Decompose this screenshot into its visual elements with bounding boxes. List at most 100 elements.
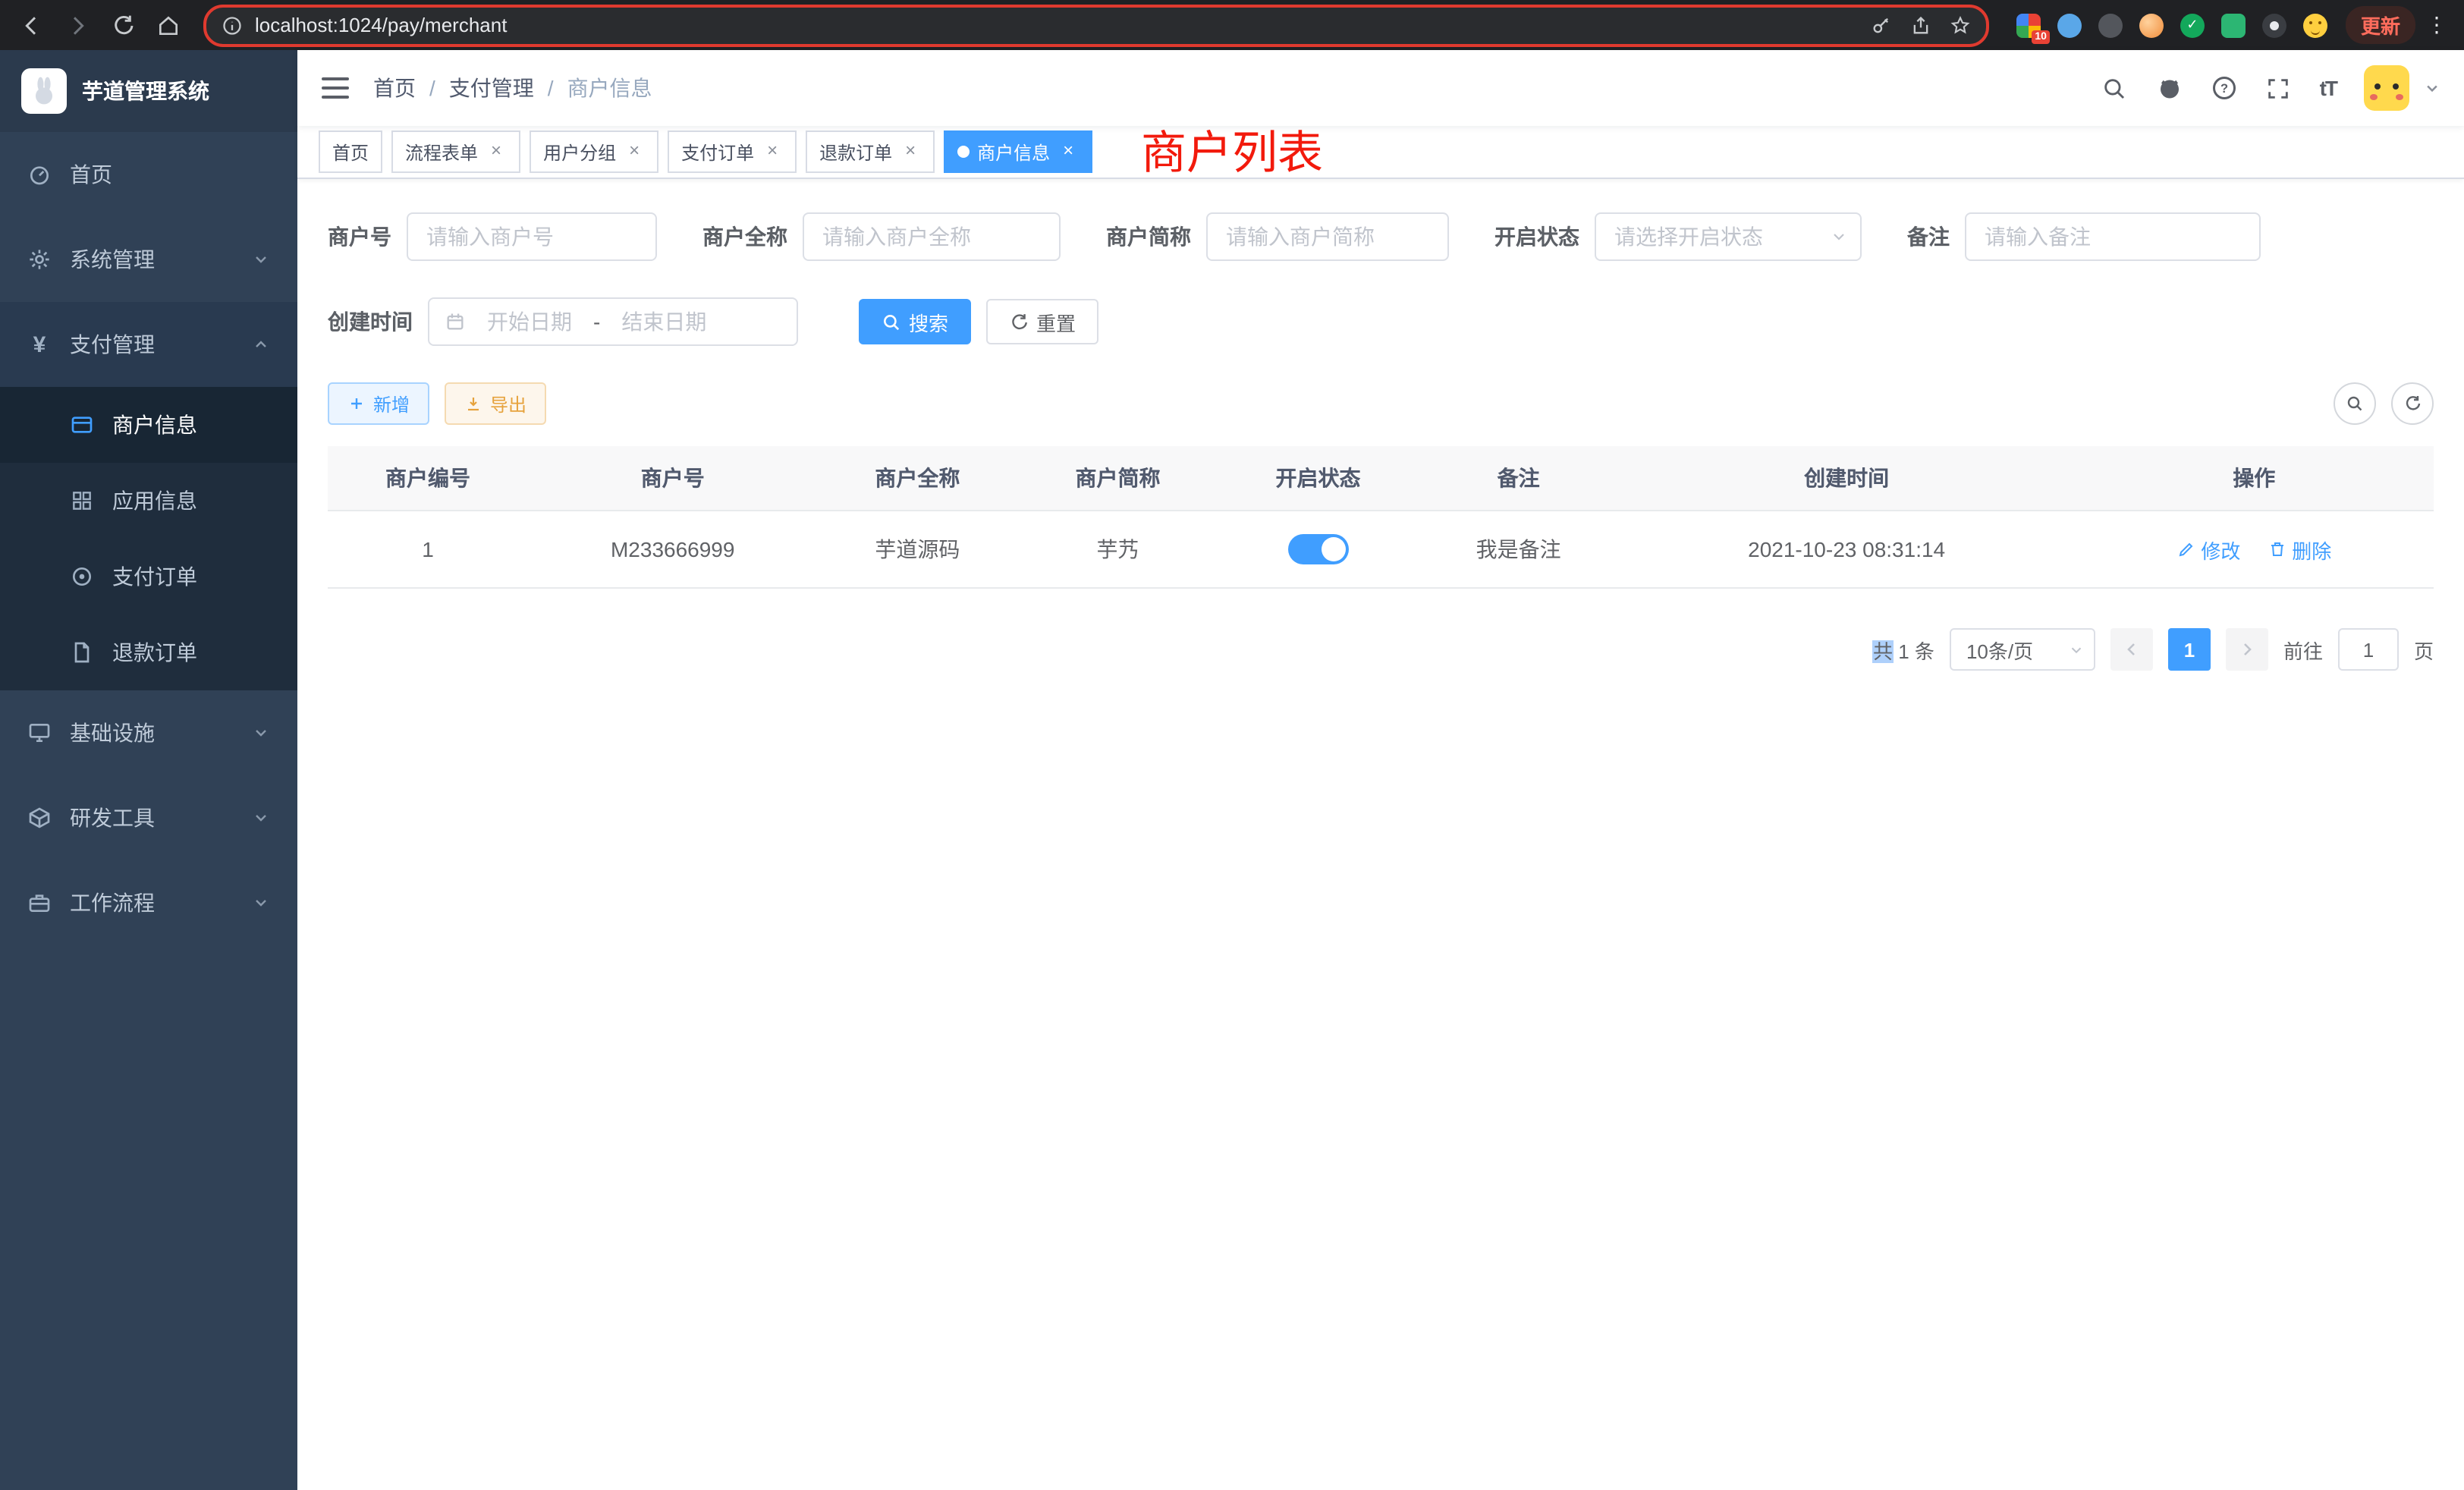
caret-down-icon[interactable] (2425, 80, 2440, 96)
search-button[interactable]: 搜索 (859, 299, 971, 344)
sidebar-item-app-info[interactable]: 应用信息 (0, 463, 297, 539)
monitor-icon (27, 721, 52, 745)
tag-label: 支付订单 (681, 139, 754, 165)
back-icon[interactable] (12, 5, 52, 45)
site-info-icon[interactable] (222, 14, 243, 36)
top-navbar: 首页 / 支付管理 / 商户信息 ? (297, 50, 2464, 126)
tag-label: 首页 (332, 139, 369, 165)
menu-label: 应用信息 (112, 486, 197, 516)
delete-link[interactable]: 删除 (2268, 535, 2331, 564)
export-button[interactable]: 导出 (445, 382, 546, 425)
sidebar-item-devtools[interactable]: 研发工具 (0, 775, 297, 860)
date-range-picker[interactable]: 开始日期 - 结束日期 (428, 297, 798, 346)
font-size-icon[interactable]: tT (2320, 76, 2337, 100)
menu-label: 退款订单 (112, 637, 197, 668)
pagination-total: 共 1 条 (1873, 635, 1934, 664)
breadcrumb-home[interactable]: 首页 (373, 73, 416, 103)
page-number-1[interactable]: 1 (2168, 628, 2211, 671)
table-row: 1 M233666999 芋道源码 芋艿 我是备注 2021-10-23 08:… (328, 511, 2434, 588)
merchant-no-input[interactable] (407, 212, 657, 261)
page-size-select[interactable]: 10条/页 (1950, 628, 2095, 671)
status-toggle[interactable] (1288, 534, 1349, 564)
chevron-down-icon (252, 724, 270, 742)
pagination-total-rest: 1 条 (1893, 640, 1934, 662)
pagination-total-selected: 共 (1873, 640, 1893, 662)
extension-icon-1[interactable]: 10 (2016, 13, 2041, 37)
delete-icon (2268, 540, 2286, 558)
cell-merchant-id: 1 (328, 511, 528, 588)
refresh-button[interactable] (2391, 382, 2434, 425)
sidebar-item-pay-order[interactable]: 支付订单 (0, 539, 297, 615)
help-icon[interactable]: ? (2211, 74, 2238, 102)
fullscreen-icon[interactable] (2265, 74, 2293, 102)
share-icon[interactable] (1910, 14, 1931, 36)
browser-update-button[interactable]: 更新 (2346, 6, 2415, 44)
extension-icon-8[interactable] (2303, 13, 2327, 37)
form-item-create-time: 创建时间 开始日期 - 结束日期 (328, 297, 798, 346)
extension-icon-5[interactable] (2180, 13, 2205, 37)
browser-menu-icon[interactable]: ⋮ (2422, 12, 2452, 38)
tag-refund-order[interactable]: 退款订单× (806, 130, 935, 173)
tag-pay-order[interactable]: 支付订单 × (668, 130, 797, 173)
cell-merchant-no: M233666999 (528, 511, 817, 588)
extension-icon-3[interactable] (2098, 13, 2123, 37)
short-name-input[interactable] (1206, 212, 1449, 261)
user-avatar[interactable] (2364, 65, 2409, 111)
tag-home[interactable]: 首页 (319, 130, 382, 173)
full-name-input[interactable] (803, 212, 1061, 261)
tag-merchant-info[interactable]: 商户信息× (944, 130, 1092, 173)
goto-page-input[interactable] (2338, 628, 2399, 671)
remark-input[interactable] (1965, 212, 2261, 261)
close-icon[interactable]: × (1058, 141, 1079, 162)
edit-link[interactable]: 修改 (2176, 535, 2240, 564)
bookmark-star-icon[interactable] (1950, 14, 1971, 36)
add-button[interactable]: 新增 (328, 382, 429, 425)
col-merchant-id: 商户编号 (328, 446, 528, 511)
breadcrumb-payment[interactable]: 支付管理 (449, 73, 534, 103)
next-page-button[interactable] (2226, 628, 2268, 671)
col-short-name: 商户简称 (1017, 446, 1218, 511)
goto-unit: 页 (2414, 635, 2434, 664)
extension-icon-6[interactable] (2221, 13, 2246, 37)
status-select[interactable]: 请选择开启状态 (1595, 212, 1862, 261)
search-form-row-2: 创建时间 开始日期 - 结束日期 搜索 (328, 297, 2434, 346)
label-short-name: 商户简称 (1106, 222, 1191, 252)
sidebar-item-refund-order[interactable]: 退款订单 (0, 615, 297, 690)
close-icon[interactable]: × (486, 141, 507, 162)
label-merchant-no: 商户号 (328, 222, 391, 252)
sidebar-item-home[interactable]: 首页 (0, 132, 297, 217)
header-search-icon[interactable] (2101, 74, 2129, 102)
extension-icon-4[interactable] (2139, 13, 2164, 37)
label-status: 开启状态 (1494, 222, 1579, 252)
screen: localhost:1024/pay/merchant 10 (0, 0, 2464, 1490)
app-logo[interactable]: 芋道管理系统 (0, 50, 297, 132)
url-bar[interactable]: localhost:1024/pay/merchant (203, 4, 1989, 46)
reload-icon[interactable] (103, 5, 143, 45)
prev-page-button[interactable] (2110, 628, 2153, 671)
toggle-search-button[interactable] (2334, 382, 2376, 425)
sidebar-item-infrastructure[interactable]: 基础设施 (0, 690, 297, 775)
sidebar: 芋道管理系统 首页 系统管理 (0, 50, 297, 1490)
extension-icon-2[interactable] (2057, 13, 2082, 37)
extension-icon-7[interactable] (2262, 13, 2286, 37)
form-item-remark: 备注 (1907, 212, 2261, 261)
sidebar-item-merchant-info[interactable]: 商户信息 (0, 387, 297, 463)
sidebar-menu: 首页 系统管理 ¥ 支付管理 (0, 132, 297, 945)
close-icon[interactable]: × (900, 141, 921, 162)
sidebar-item-payment[interactable]: ¥ 支付管理 (0, 302, 297, 387)
sidebar-toggle-icon[interactable] (322, 77, 349, 99)
sidebar-item-system[interactable]: 系统管理 (0, 217, 297, 302)
tag-process-form[interactable]: 流程表单× (391, 130, 520, 173)
home-icon[interactable] (149, 5, 188, 45)
forward-icon[interactable] (58, 5, 97, 45)
date-separator: - (593, 310, 600, 334)
password-key-icon[interactable] (1871, 14, 1892, 36)
tag-user-group[interactable]: 用户分组× (530, 130, 658, 173)
reset-button[interactable]: 重置 (986, 299, 1098, 344)
menu-label: 商户信息 (112, 410, 197, 440)
close-icon[interactable]: × (762, 141, 783, 162)
github-icon[interactable] (2156, 74, 2183, 102)
sidebar-item-workflow[interactable]: 工作流程 (0, 860, 297, 945)
close-icon[interactable]: × (624, 141, 645, 162)
cell-status (1218, 511, 1419, 588)
